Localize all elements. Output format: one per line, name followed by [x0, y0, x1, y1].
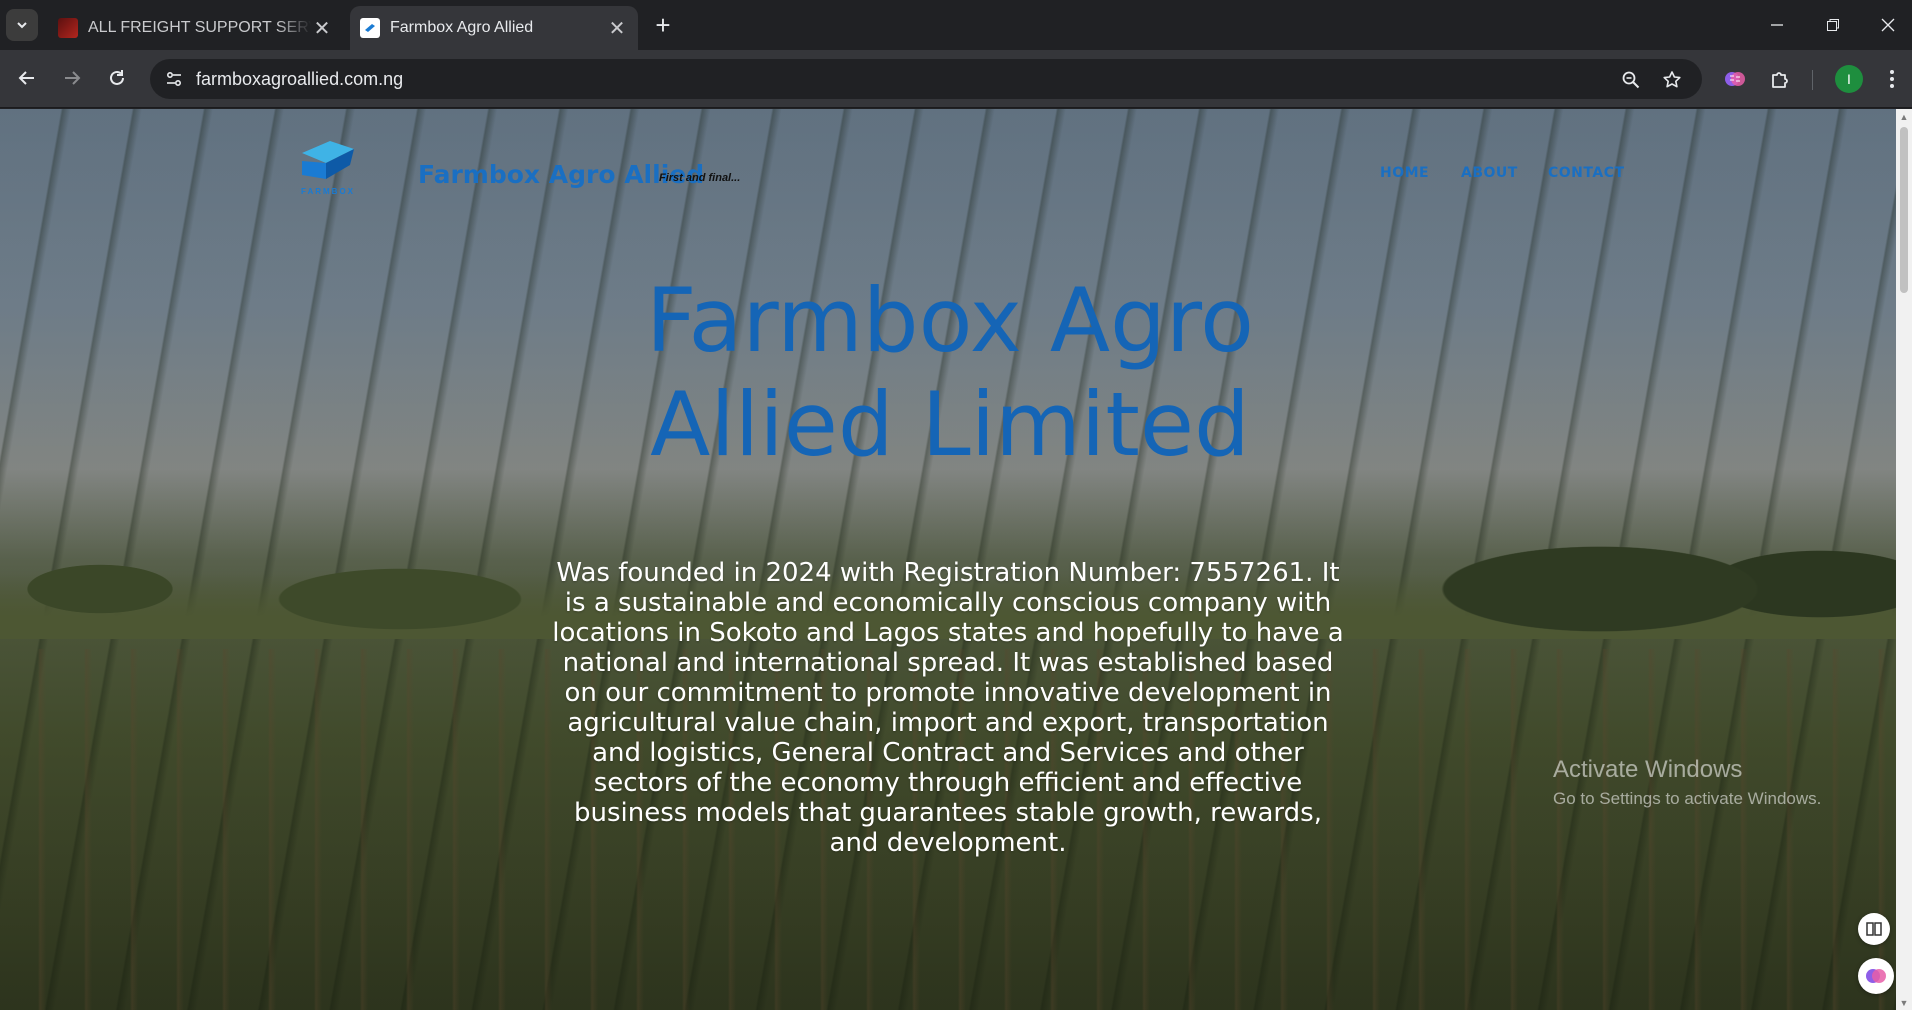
- reload-icon[interactable]: [100, 61, 134, 95]
- activate-windows-subtitle: Go to Settings to activate Windows.: [1553, 789, 1822, 808]
- back-icon[interactable]: [10, 61, 44, 95]
- chevron-down-icon: [17, 22, 27, 29]
- minimize-icon[interactable]: [1754, 8, 1800, 42]
- favicon-icon: [360, 18, 380, 38]
- extension-brain-icon[interactable]: [1720, 64, 1750, 94]
- scroll-up-icon[interactable]: ▲: [1899, 112, 1909, 122]
- zoom-icon[interactable]: [1618, 67, 1644, 93]
- site-header: FARMBOX Farmbox Agro Allied First and fi…: [0, 109, 1896, 219]
- hero-description: Was founded in 2024 with Registration Nu…: [552, 558, 1344, 858]
- tab-search-button[interactable]: [6, 9, 38, 41]
- hero-title-line-2: Allied Limited: [650, 373, 1250, 476]
- hero-title-line-1: Farmbox Agro: [645, 269, 1254, 372]
- tab-title: ALL FREIGHT SUPPORT SERVICES: [88, 19, 311, 36]
- url-text[interactable]: farmboxagroallied.com.ng: [196, 69, 403, 90]
- tab-strip: ALL FREIGHT SUPPORT SERVICES ✕ Farmbox A…: [0, 0, 1912, 50]
- nav-about[interactable]: ABOUT: [1461, 165, 1518, 181]
- site-info-icon[interactable]: [160, 65, 188, 93]
- activate-windows-title: Activate Windows: [1553, 756, 1743, 783]
- hero-title: Farmbox Agro Allied Limited: [500, 269, 1400, 477]
- close-tab-icon[interactable]: ✕: [606, 17, 628, 40]
- close-tab-icon[interactable]: ✕: [311, 17, 333, 40]
- farmbox-logo-icon[interactable]: [296, 139, 358, 191]
- restore-icon[interactable]: [1810, 8, 1856, 42]
- favicon-icon: [58, 18, 78, 38]
- extensions-puzzle-icon[interactable]: [1765, 64, 1795, 94]
- nav-home[interactable]: HOME: [1380, 165, 1429, 181]
- tab-title: Farmbox Agro Allied: [390, 19, 534, 36]
- new-tab-button[interactable]: +: [650, 12, 676, 38]
- tab-all-freight[interactable]: ALL FREIGHT SUPPORT SERVICES ✕: [48, 6, 343, 50]
- reader-mode-icon[interactable]: [1858, 913, 1890, 945]
- scroll-down-icon[interactable]: ▼: [1899, 998, 1909, 1008]
- scroll-thumb[interactable]: [1900, 127, 1908, 293]
- address-bar[interactable]: farmboxagroallied.com.ng: [150, 59, 1702, 99]
- brand-tagline: First and final...: [659, 172, 741, 184]
- browser-toolbar: farmboxagroallied.com.ng I: [0, 50, 1912, 108]
- logo-text: FARMBOX: [301, 187, 355, 196]
- profile-avatar[interactable]: I: [1835, 65, 1863, 93]
- menu-kebab-icon[interactable]: [1877, 64, 1907, 94]
- close-window-icon[interactable]: [1865, 8, 1911, 42]
- nav-contact[interactable]: CONTACT: [1548, 165, 1625, 181]
- tab-farmbox[interactable]: Farmbox Agro Allied ✕: [350, 6, 638, 50]
- toolbar-divider: [1812, 70, 1813, 90]
- forward-icon[interactable]: [55, 61, 89, 95]
- assistant-brain-icon[interactable]: [1858, 958, 1894, 994]
- bookmark-star-icon[interactable]: [1659, 67, 1685, 93]
- page-scrollbar[interactable]: ▲ ▼: [1896, 109, 1912, 1010]
- page-viewport: FARMBOX Farmbox Agro Allied First and fi…: [0, 109, 1912, 1010]
